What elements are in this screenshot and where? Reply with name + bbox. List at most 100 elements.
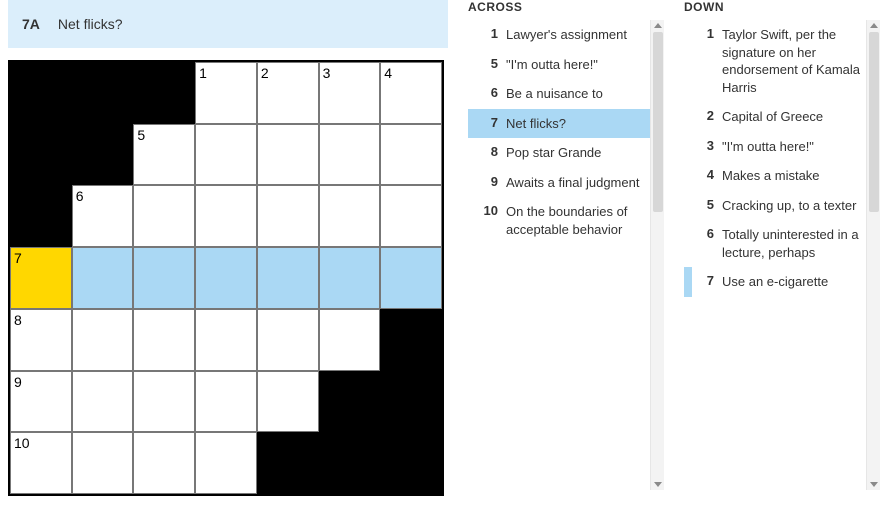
grid-cell[interactable] — [380, 124, 442, 186]
clue-text: "I'm outta here!" — [506, 56, 658, 74]
down-list[interactable]: 1 Taylor Swift, per the signature on her … — [684, 20, 880, 490]
crossword-app: 7A Net flicks? 12345678910 ACROSS 1Lawye… — [0, 0, 882, 496]
grid-cell[interactable] — [133, 247, 195, 309]
across-clue[interactable]: 10On the boundaries of acceptable behavi… — [468, 197, 664, 244]
down-clue[interactable]: 6Totally uninterested in a lecture, perh… — [684, 220, 880, 267]
clue-number: 5 — [696, 197, 714, 212]
clue-text: Net flicks? — [506, 115, 658, 133]
clue-number: 8 — [480, 144, 498, 159]
cell-number: 1 — [199, 65, 207, 81]
clue-number: 4 — [696, 167, 714, 182]
grid-cell[interactable] — [72, 371, 134, 433]
grid-cell[interactable] — [257, 185, 319, 247]
cell-number: 5 — [137, 127, 145, 143]
cell-number: 9 — [14, 374, 22, 390]
grid-cell[interactable] — [195, 185, 257, 247]
down-clue[interactable]: 2 Capital of Greece — [684, 102, 880, 132]
clue-text: Use an e-cigarette — [722, 273, 874, 291]
clue-text: Makes a mistake — [722, 167, 874, 185]
cell-number: 10 — [14, 435, 30, 451]
clue-number: 3 — [696, 138, 714, 153]
grid-cell[interactable]: 5 — [133, 124, 195, 186]
grid-cell[interactable] — [195, 309, 257, 371]
across-clue[interactable]: 7Net flicks? — [468, 109, 664, 139]
grid-cell[interactable] — [319, 185, 381, 247]
grid-cell[interactable] — [72, 247, 134, 309]
grid-cell[interactable]: 7 — [10, 247, 72, 309]
grid-cell[interactable] — [319, 247, 381, 309]
grid-cell — [257, 432, 319, 494]
grid-cell[interactable] — [380, 185, 442, 247]
down-list-wrap: 1 Taylor Swift, per the signature on her … — [684, 20, 880, 490]
cell-number: 8 — [14, 312, 22, 328]
clue-number: 2 — [696, 108, 714, 123]
grid-cell[interactable]: 3 — [319, 62, 381, 124]
grid-cell — [72, 62, 134, 124]
grid-cell[interactable] — [195, 432, 257, 494]
across-clue[interactable]: 6Be a nuisance to — [468, 79, 664, 109]
grid-cell — [10, 185, 72, 247]
grid-cell[interactable] — [133, 185, 195, 247]
grid-cell[interactable]: 4 — [380, 62, 442, 124]
grid-cell — [10, 62, 72, 124]
across-clue[interactable]: 5"I'm outta here!" — [468, 50, 664, 80]
grid-cell[interactable] — [319, 309, 381, 371]
crossword-grid[interactable]: 12345678910 — [8, 60, 444, 496]
across-list-wrap: 1Lawyer's assignment5"I'm outta here!"6B… — [468, 20, 664, 490]
cell-number: 3 — [323, 65, 331, 81]
grid-cell[interactable]: 8 — [10, 309, 72, 371]
grid-cell[interactable] — [133, 432, 195, 494]
grid-cell[interactable] — [319, 124, 381, 186]
grid-cell[interactable] — [380, 247, 442, 309]
grid-cell — [133, 62, 195, 124]
grid-cell[interactable]: 2 — [257, 62, 319, 124]
current-clue-label: 7A — [22, 16, 40, 32]
clue-text: Awaits a final judgment — [506, 174, 658, 192]
grid-cell[interactable] — [257, 124, 319, 186]
down-clue[interactable]: 3 "I'm outta here!" — [684, 132, 880, 162]
down-clue[interactable]: 7Use an e-cigarette — [684, 267, 880, 297]
down-heading: DOWN — [684, 0, 880, 14]
grid-cell — [10, 124, 72, 186]
cell-number: 4 — [384, 65, 392, 81]
cell-number: 6 — [76, 188, 84, 204]
down-clue[interactable]: 1 Taylor Swift, per the signature on her … — [684, 20, 880, 102]
clue-number: 9 — [480, 174, 498, 189]
clue-text: "I'm outta here!" — [722, 138, 874, 156]
grid-cell[interactable]: 6 — [72, 185, 134, 247]
down-column: DOWN 1 Taylor Swift, per the signature on… — [684, 0, 880, 496]
grid-cell[interactable] — [133, 309, 195, 371]
across-clue[interactable]: 8 Pop star Grande — [468, 138, 664, 168]
grid-cell[interactable]: 10 — [10, 432, 72, 494]
clue-text: Capital of Greece — [722, 108, 874, 126]
down-clue[interactable]: 4 Makes a mistake — [684, 161, 880, 191]
clue-number: 6 — [696, 226, 714, 241]
clue-number: 1 — [696, 26, 714, 41]
grid-cell — [319, 432, 381, 494]
grid-cell[interactable]: 9 — [10, 371, 72, 433]
clue-lists: ACROSS 1Lawyer's assignment5"I'm outta h… — [468, 0, 880, 496]
grid-cell[interactable] — [257, 247, 319, 309]
across-list[interactable]: 1Lawyer's assignment5"I'm outta here!"6B… — [468, 20, 664, 490]
clue-text: Taylor Swift, per the signature on her e… — [722, 26, 874, 96]
across-clue[interactable]: 1Lawyer's assignment — [468, 20, 664, 50]
across-clue[interactable]: 9 Awaits a final judgment — [468, 168, 664, 198]
across-heading: ACROSS — [468, 0, 664, 14]
grid-cell[interactable] — [72, 309, 134, 371]
grid-cell[interactable] — [257, 309, 319, 371]
cell-number: 7 — [14, 250, 22, 266]
grid-cell[interactable] — [195, 247, 257, 309]
grid-cell[interactable]: 1 — [195, 62, 257, 124]
grid-cell — [380, 432, 442, 494]
grid-cell[interactable] — [195, 124, 257, 186]
grid-cell[interactable] — [133, 371, 195, 433]
clue-text: Pop star Grande — [506, 144, 658, 162]
clue-text: Cracking up, to a texter — [722, 197, 874, 215]
grid-cell[interactable] — [257, 371, 319, 433]
clue-number: 1 — [480, 26, 498, 41]
down-clue[interactable]: 5 Cracking up, to a texter — [684, 191, 880, 221]
grid-cell[interactable] — [195, 371, 257, 433]
grid-cell[interactable] — [72, 432, 134, 494]
left-pane: 7A Net flicks? 12345678910 — [8, 0, 448, 496]
current-clue-text: Net flicks? — [58, 16, 123, 32]
